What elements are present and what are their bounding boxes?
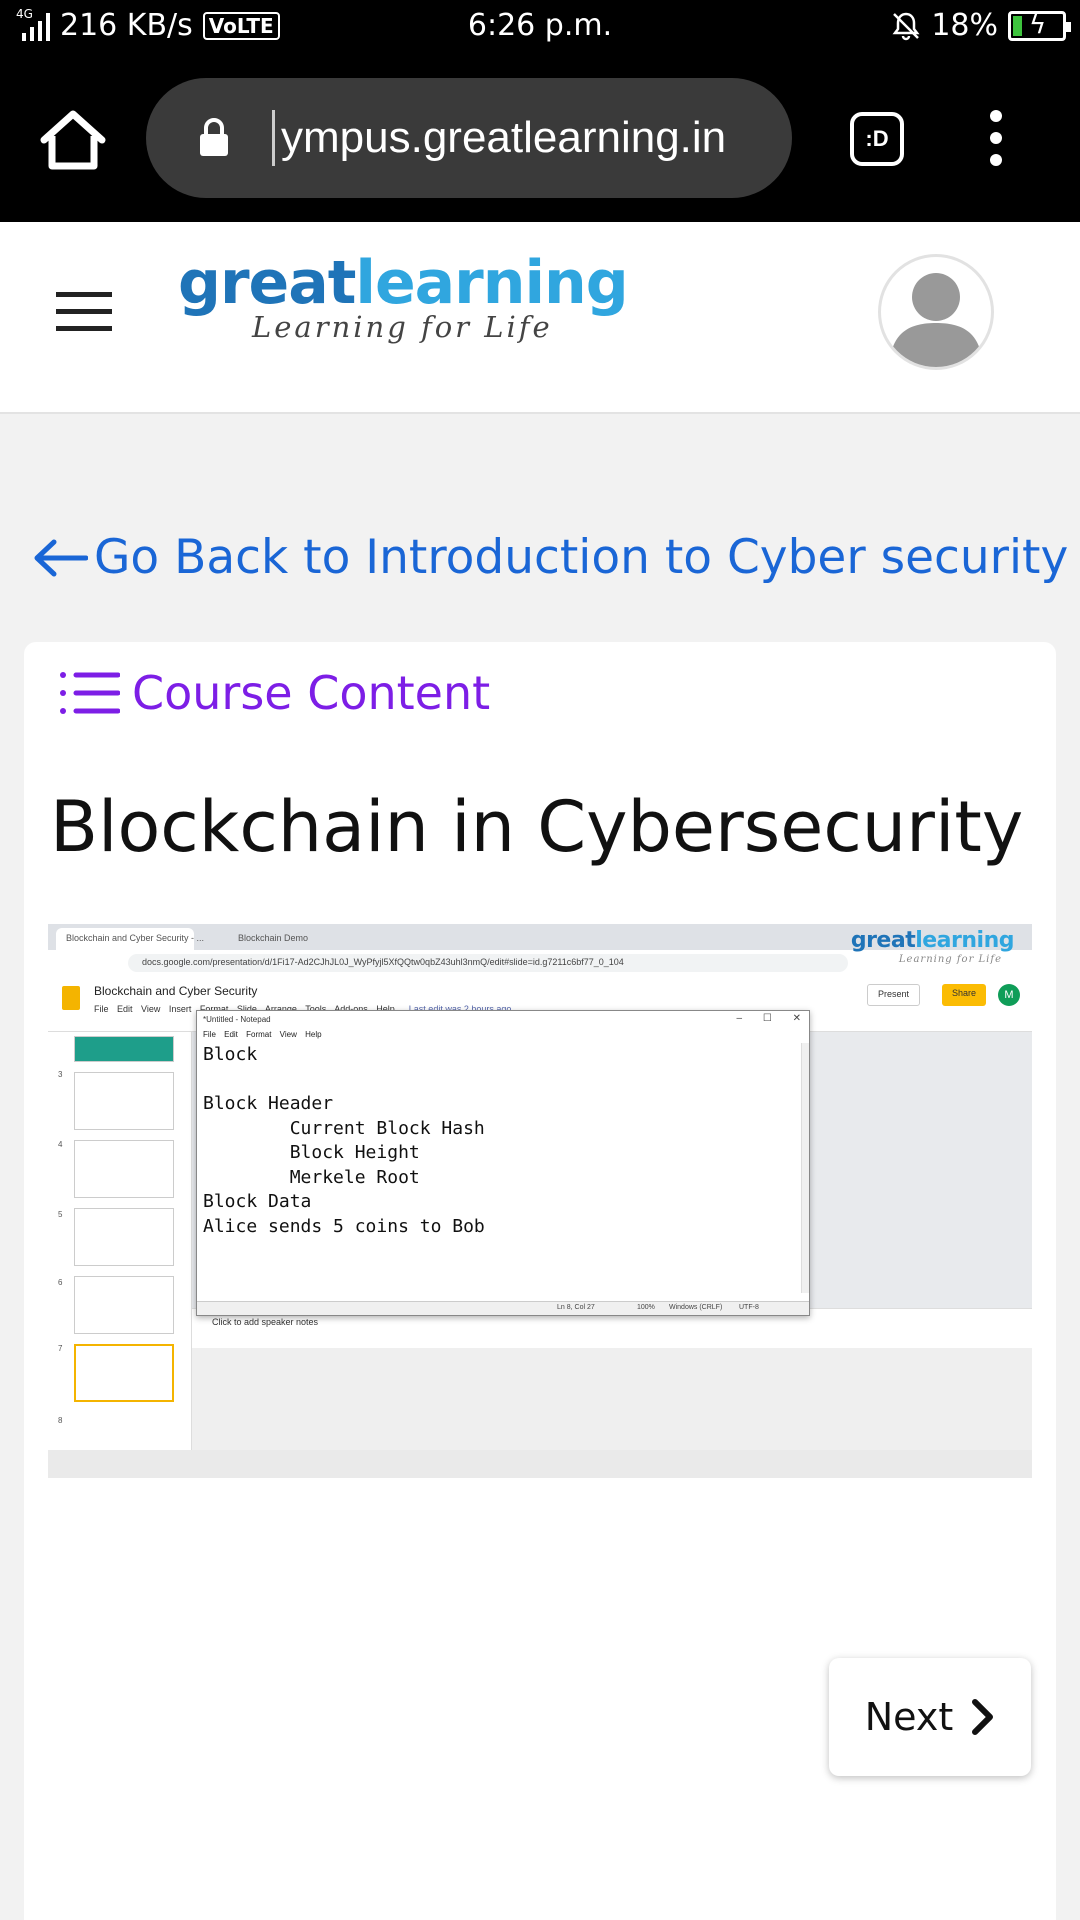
notepad-menu: File Edit Format View Help (203, 1030, 322, 1039)
status-right: 18% ϟ (891, 8, 1071, 43)
notepad-scrollbar (801, 1043, 809, 1293)
notepad-line (203, 1068, 795, 1093)
video-tab-1: Blockchain and Cyber Security - ... (56, 928, 204, 950)
list-icon (60, 672, 120, 714)
notepad-encoding: UTF-8 (739, 1304, 759, 1311)
notepad-text: Block Block Header Current Block Hash Bl… (197, 1043, 801, 1293)
notepad-line: Current Block Hash (203, 1117, 485, 1139)
slides-filmstrip: 3 4 5 6 7 8 (48, 1032, 192, 1458)
avatar[interactable] (878, 254, 994, 370)
slide-number: 6 (58, 1278, 63, 1287)
back-link-label: Go Back to Introduction to Cyber securit… (94, 530, 1069, 585)
back-to-course-link[interactable]: Go Back to Introduction to Cyber securit… (32, 530, 1068, 585)
notepad-line-endings: Windows (CRLF) (669, 1304, 723, 1311)
status-bar: 4G 216 KB/s VoLTE 6:26 p.m. 18% ϟ (0, 0, 1080, 56)
back-arrow-icon (34, 539, 88, 576)
chevron-right-icon (972, 1699, 994, 1735)
video-tab-2: Blockchain Demo (238, 933, 309, 943)
notepad-line: Merkele Root (203, 1166, 420, 1188)
logo-part2: learning (355, 248, 628, 318)
slide-number: 3 (58, 1070, 63, 1079)
next-label: Next (864, 1695, 954, 1739)
video-address-bar: docs.google.com/presentation/d/1Fi17-Ad2… (48, 950, 1032, 976)
slide-number: 7 (58, 1344, 63, 1353)
tab-switcher-button[interactable]: :D (850, 112, 904, 166)
slide-number: 5 (58, 1210, 63, 1219)
slides-doc-title: Blockchain and Cyber Security (94, 984, 258, 998)
slide-number: 4 (58, 1140, 63, 1149)
lesson-video[interactable]: Blockchain and Cyber Security - ... Bloc… (48, 924, 1032, 1478)
video-bottom-bar (48, 1450, 1032, 1478)
greatlearning-logo[interactable]: greatlearning Learning for Life (178, 252, 629, 344)
slides-present-button: Present (866, 984, 920, 1006)
browser-toolbar: ympus.greatlearning.in :D (0, 56, 1080, 222)
slide-thumb (74, 1140, 174, 1198)
notepad-cursor-position: Ln 8, Col 27 (557, 1304, 595, 1311)
slide-thumb (74, 1072, 174, 1130)
slide-number: 8 (58, 1416, 63, 1425)
avatar-icon (889, 273, 983, 367)
notifications-muted-icon (892, 12, 920, 40)
address-bar[interactable]: ympus.greatlearning.in (146, 78, 792, 198)
slide-thumb (74, 1276, 174, 1334)
video-address-text: docs.google.com/presentation/d/1Fi17-Ad2… (128, 954, 848, 972)
slide-thumb (74, 1036, 174, 1062)
notepad-titlebar: *Untitled - Notepad – ☐ ✕ (197, 1011, 809, 1029)
overflow-menu-icon[interactable] (986, 110, 1006, 170)
notepad-line: Alice sends 5 coins to Bob (203, 1215, 485, 1237)
lock-icon (200, 118, 228, 156)
notepad-line: Block Header (203, 1093, 334, 1114)
site-header: greatlearning Learning for Life (0, 222, 1080, 414)
url-text[interactable]: ympus.greatlearning.in (272, 110, 772, 166)
home-icon (40, 110, 106, 170)
slides-doc-icon (62, 986, 80, 1010)
notepad-zoom: 100% (637, 1304, 655, 1311)
lesson-card: Course Content Blockchain in Cybersecuri… (24, 642, 1056, 1920)
notepad-line: Block (203, 1044, 258, 1065)
course-content-label: Course Content (132, 666, 491, 720)
notepad-statusbar: Ln 8, Col 27 100% Windows (CRLF) UTF-8 (197, 1301, 809, 1315)
slide-thumb-selected (74, 1344, 174, 1402)
course-content-button[interactable]: Course Content (58, 666, 490, 720)
slides-user-avatar: M (998, 984, 1020, 1006)
battery-percent: 18% (931, 8, 998, 43)
notepad-window: *Untitled - Notepad – ☐ ✕ File Edit Form… (196, 1010, 810, 1316)
hamburger-icon[interactable] (56, 292, 112, 332)
lesson-title: Blockchain in Cybersecurity (50, 786, 1024, 868)
video-watermark-logo: greatlearning (850, 928, 1015, 953)
video-watermark-tagline: Learning for Life (898, 954, 1002, 965)
slide-thumb (74, 1208, 174, 1266)
notepad-line: Block Data (203, 1191, 312, 1212)
notepad-line: Block Height (203, 1142, 420, 1163)
logo-part1: great (178, 248, 356, 318)
notepad-window-controls: – ☐ ✕ (736, 1013, 801, 1024)
battery-icon: ϟ (1008, 10, 1071, 41)
slides-share-button: Share (941, 984, 986, 1006)
home-button[interactable] (38, 108, 108, 172)
next-button[interactable]: Next (829, 1658, 1031, 1776)
notepad-title: *Untitled - Notepad (203, 1015, 271, 1024)
